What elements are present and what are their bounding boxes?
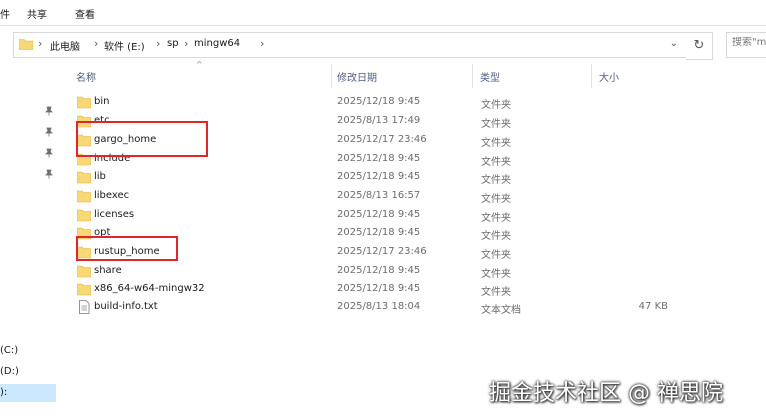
file-row[interactable]: x86_64-w64-mingw32 2025/12/18 9:45 文件夹 — [72, 280, 690, 298]
chevron-right-icon: › — [38, 37, 43, 50]
file-row[interactable]: share 2025/12/18 9:45 文件夹 — [72, 262, 690, 280]
folder-icon — [77, 283, 91, 296]
pin-icon[interactable] — [44, 106, 54, 116]
column-label: 类型 — [480, 73, 500, 84]
breadcrumb-mingw64[interactable]: mingw64 — [194, 38, 240, 49]
file-type: 文件夹 — [481, 175, 511, 186]
tab-share[interactable]: 共享 — [27, 6, 47, 21]
file-name: licenses — [94, 209, 135, 220]
file-row[interactable]: libexec 2025/8/13 16:57 文件夹 — [72, 187, 690, 205]
highlight-box-rustup-home — [76, 236, 178, 261]
chevron-right-icon: › — [156, 37, 161, 50]
file-date: 2025/8/13 17:49 — [337, 115, 421, 126]
column-label: 大小 — [599, 73, 619, 84]
folder-icon — [77, 265, 91, 278]
highlight-box-gargo-home — [76, 121, 208, 157]
pin-icon[interactable] — [44, 127, 54, 137]
file-date: 2025/12/18 9:45 — [337, 227, 421, 238]
file-name: lib — [94, 171, 106, 182]
search-input[interactable] — [732, 37, 766, 48]
text-file-icon — [79, 300, 90, 314]
file-date: 2025/12/17 23:46 — [337, 134, 427, 145]
nav-drive-e[interactable]: ): — [0, 384, 56, 402]
column-header-name[interactable]: 名称 — [72, 60, 332, 90]
chevron-right-icon: › — [184, 37, 189, 50]
file-type: 文件夹 — [481, 138, 511, 149]
folder-icon — [77, 209, 91, 222]
file-row[interactable]: licenses 2025/12/18 9:45 文件夹 — [72, 206, 690, 224]
file-type: 文件夹 — [481, 250, 511, 261]
folder-icon — [77, 190, 91, 203]
file-name: bin — [94, 96, 110, 107]
column-header-type[interactable]: 类型 — [473, 60, 591, 90]
file-type: 文件夹 — [481, 157, 511, 168]
address-row: › 此电脑 › 软件 (E:) › sp › mingw64 › ⌄ ↻ — [0, 29, 766, 60]
file-name: build-info.txt — [94, 301, 158, 312]
file-date: 2025/12/18 9:45 — [337, 209, 421, 220]
chevron-right-icon: › — [260, 37, 265, 50]
file-date: 2025/8/13 16:57 — [337, 190, 421, 201]
file-row[interactable]: build-info.txt 2025/8/13 18:04 文本文档 47 K… — [72, 298, 690, 316]
column-header-size[interactable]: 大小 — [592, 60, 682, 90]
nav-drive-c[interactable]: (C:) — [0, 345, 18, 356]
file-date: 2025/12/18 9:45 — [337, 153, 421, 164]
column-header-date[interactable]: 修改日期 — [332, 60, 472, 90]
refresh-icon: ↻ — [693, 38, 705, 53]
breadcrumb-sp[interactable]: sp — [167, 38, 179, 49]
breadcrumb-drive-e[interactable]: 软件 (E:) — [104, 38, 145, 53]
tab-file[interactable]: 件 — [0, 6, 10, 21]
file-type: 文件夹 — [481, 100, 511, 111]
refresh-button[interactable]: ↻ — [686, 32, 713, 60]
tab-view[interactable]: 查看 — [75, 6, 95, 21]
watermark: 掘金技术社区 @ 禅思院 — [489, 381, 723, 406]
file-size: 47 KB — [638, 301, 668, 312]
pin-icon[interactable] — [44, 169, 54, 179]
file-date: 2025/8/13 18:04 — [337, 301, 421, 312]
nav-drive-d[interactable]: (D:) — [0, 366, 19, 377]
file-date: 2025/12/18 9:45 — [337, 283, 421, 294]
file-date: 2025/12/18 9:45 — [337, 171, 421, 182]
file-type: 文本文档 — [481, 305, 521, 316]
file-row[interactable]: bin 2025/12/18 9:45 文件夹 — [72, 93, 690, 111]
folder-icon — [77, 171, 91, 184]
chevron-down-icon[interactable]: ⌄ — [670, 38, 678, 49]
file-name: x86_64-w64-mingw32 — [94, 283, 205, 294]
file-type: 文件夹 — [481, 194, 511, 205]
pin-icon[interactable] — [44, 148, 54, 158]
file-name: share — [94, 265, 122, 276]
column-label: 修改日期 — [337, 73, 377, 84]
navigation-pane: (C:) (D:) ): — [0, 60, 58, 418]
file-date: 2025/12/18 9:45 — [337, 96, 421, 107]
file-type: 文件夹 — [481, 269, 511, 280]
file-date: 2025/12/17 23:46 — [337, 246, 427, 257]
search-box[interactable] — [726, 32, 766, 58]
folder-icon — [77, 96, 91, 109]
folder-icon — [19, 39, 33, 50]
file-type: 文件夹 — [481, 287, 511, 298]
ribbon-tabs: 件 共享 查看 — [0, 0, 766, 26]
file-date: 2025/12/18 9:45 — [337, 265, 421, 276]
file-type: 文件夹 — [481, 213, 511, 224]
file-type: 文件夹 — [481, 119, 511, 130]
file-type: 文件夹 — [481, 231, 511, 242]
file-name: libexec — [94, 190, 130, 201]
breadcrumb-this-pc[interactable]: 此电脑 — [50, 38, 80, 53]
address-bar[interactable]: › 此电脑 › 软件 (E:) › sp › mingw64 › ⌄ — [13, 32, 687, 58]
chevron-right-icon: › — [94, 37, 99, 50]
file-row[interactable]: lib 2025/12/18 9:45 文件夹 — [72, 168, 690, 186]
column-label: 名称 — [76, 73, 96, 84]
